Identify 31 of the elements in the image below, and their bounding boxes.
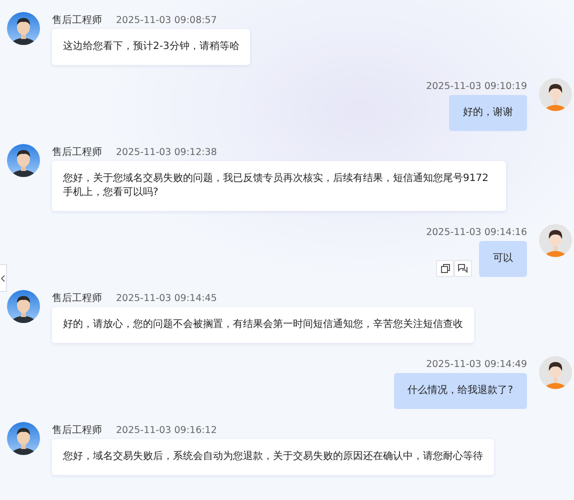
sender-name: 售后工程师 bbox=[52, 425, 102, 436]
message-time: 2025-11-03 09:10:19 bbox=[426, 81, 527, 92]
message-time: 2025-11-03 09:14:16 bbox=[426, 227, 527, 238]
message-bubble: 什么情况，给我退款了? bbox=[394, 373, 527, 409]
chevron-left-icon bbox=[1, 274, 5, 282]
message-bubble: 这边给您看下，预计2-3分钟，请稍等哈 bbox=[52, 29, 250, 65]
sender-name: 售后工程师 bbox=[52, 293, 102, 304]
message-time: 2025-11-03 09:14:45 bbox=[116, 293, 217, 304]
message-time: 2025-11-03 09:16:12 bbox=[116, 425, 217, 436]
message-bubble: 您好，关于您域名交易失败的问题，我已反馈专员再次核实，后续有结果，短信通知您尾号9172手机上，您看可以吗? bbox=[52, 161, 506, 211]
message-time: 2025-11-03 09:12:38 bbox=[116, 147, 217, 158]
agent-avatar bbox=[7, 422, 40, 455]
collapse-handle[interactable] bbox=[0, 264, 7, 292]
message-bubble: 可以 bbox=[479, 241, 527, 277]
agent-avatar bbox=[7, 144, 40, 177]
agent-avatar bbox=[7, 290, 40, 323]
sender-name: 售后工程师 bbox=[52, 15, 102, 26]
quote-button[interactable] bbox=[454, 260, 472, 277]
copy-button[interactable] bbox=[436, 260, 454, 277]
message-bubble: 好的，谢谢 bbox=[449, 95, 527, 131]
sender-name: 售后工程师 bbox=[52, 147, 102, 158]
message-time: 2025-11-03 09:08:57 bbox=[116, 15, 217, 26]
speech-bubbles-icon bbox=[458, 264, 468, 273]
message-bubble: 您好，域名交易失败后，系统会自动为您退款，关于交易失败的原因还在确认中，请您耐心等待 bbox=[52, 439, 494, 475]
agent-avatar bbox=[7, 12, 40, 45]
user-avatar bbox=[539, 78, 572, 111]
copy-icon bbox=[440, 264, 450, 273]
user-avatar bbox=[539, 224, 572, 257]
message-time: 2025-11-03 09:14:49 bbox=[426, 359, 527, 370]
message-bubble: 好的，请放心，您的问题不会被搁置，有结果会第一时间短信通知您，辛苦您关注短信查收 bbox=[52, 307, 474, 343]
user-avatar bbox=[539, 356, 572, 389]
